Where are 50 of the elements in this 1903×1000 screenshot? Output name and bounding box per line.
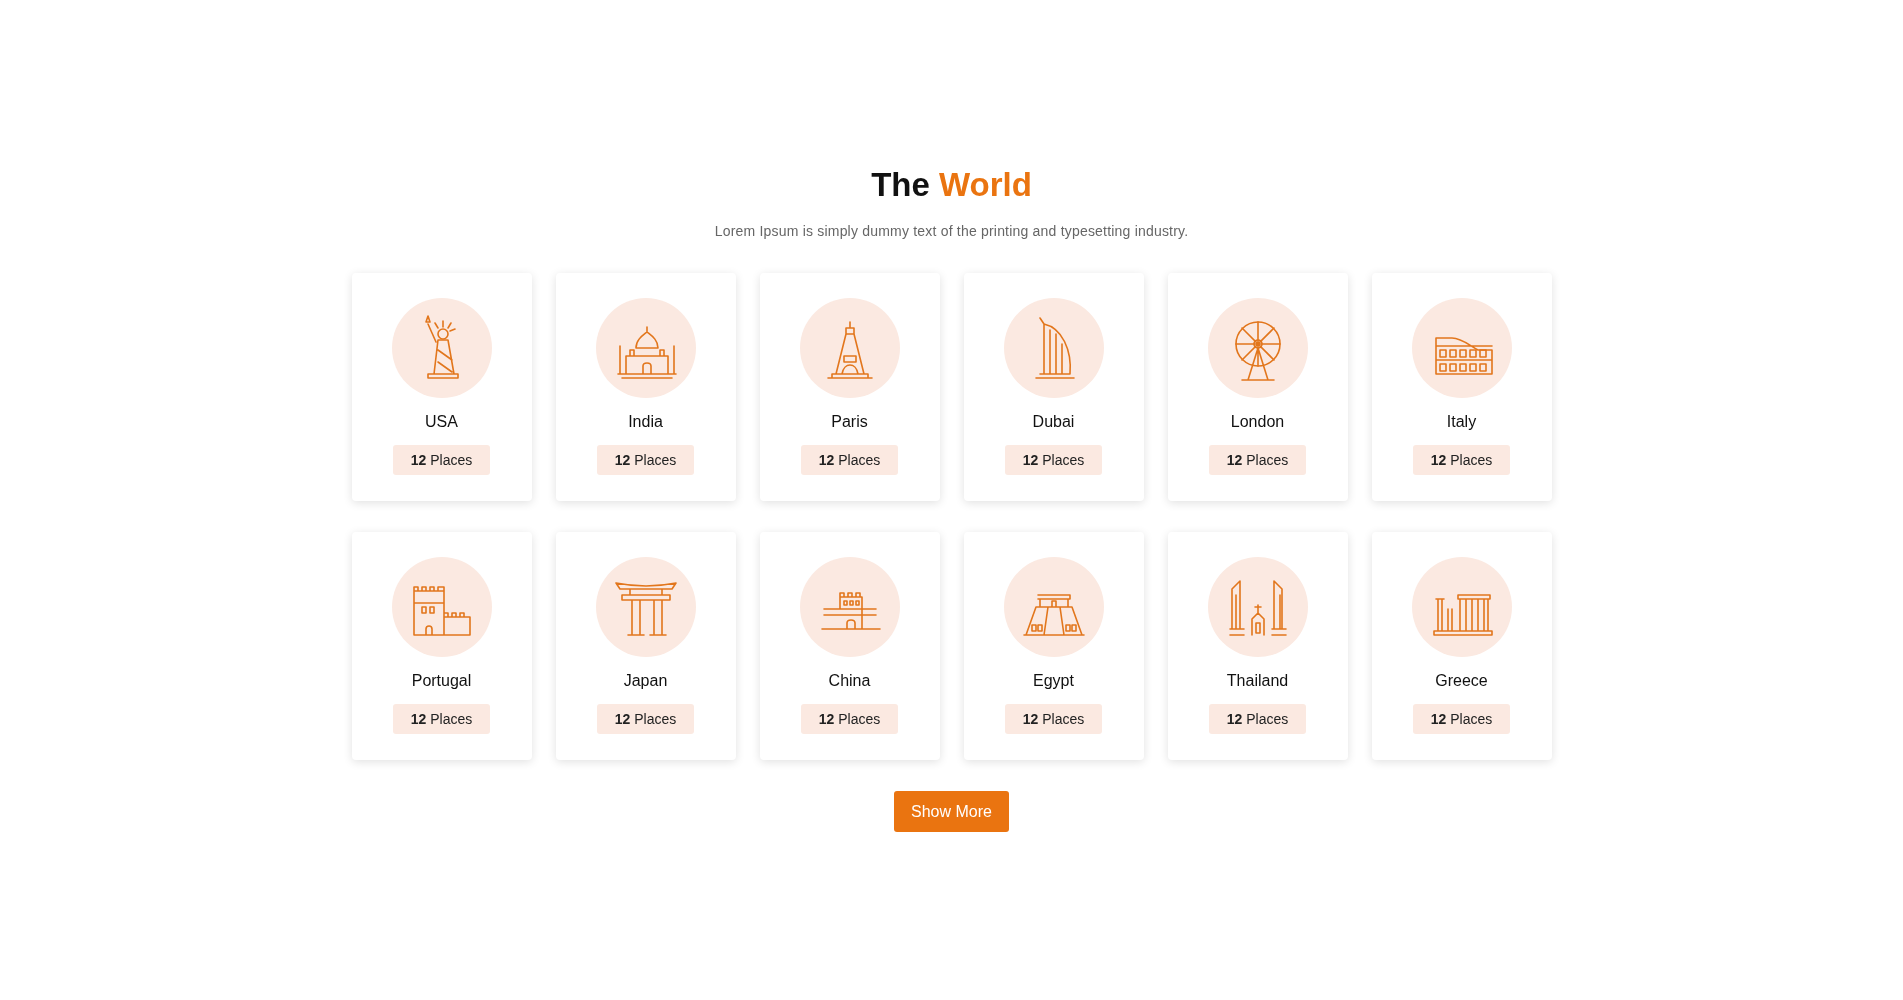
places-count: 12 Places [393,445,490,475]
ferris-wheel-icon [1207,298,1308,398]
destination-card[interactable]: Paris 12 Places [759,273,940,501]
section-subtitle: Lorem Ipsum is simply dummy text of the printing and typesetting industry. [714,223,1189,239]
destination-card[interactable]: India 12 Places [555,273,736,501]
destination-name: London [1230,412,1285,432]
gate-icon [595,557,696,657]
places-count: 12 Places [801,445,898,475]
colosseum-icon [1411,298,1512,398]
destination-name: Thailand [1226,671,1289,691]
places-count: 12 Places [801,704,898,734]
places-count: 12 Places [1209,704,1306,734]
statue-icon [391,298,492,398]
destination-card[interactable]: Greece 12 Places [1371,532,1552,760]
destination-name: Paris [831,412,868,432]
pyramid-icon [1003,557,1104,657]
destination-name: USA [425,412,458,432]
destination-card[interactable]: USA 12 Places [351,273,532,501]
destination-name: Greece [1435,671,1488,691]
destination-card[interactable]: Dubai 12 Places [963,273,1144,501]
places-count: 12 Places [1413,704,1510,734]
destination-name: Egypt [1033,671,1074,691]
monument-icon [1207,557,1308,657]
places-count: 12 Places [1209,445,1306,475]
places-count: 12 Places [1005,445,1102,475]
places-count: 12 Places [597,704,694,734]
destination-name: Dubai [1032,412,1075,432]
destination-card[interactable]: Portugal 12 Places [351,532,532,760]
temple-icon [1411,557,1512,657]
destination-card[interactable]: Japan 12 Places [555,532,736,760]
destination-name: Portugal [411,671,472,691]
places-count: 12 Places [597,445,694,475]
destination-card[interactable]: China 12 Places [759,532,940,760]
places-count: 12 Places [393,704,490,734]
section-title: The World [871,165,1032,205]
destination-card[interactable]: London 12 Places [1167,273,1348,501]
places-count: 12 Places [1005,704,1102,734]
wall-icon [799,557,900,657]
destination-name: Italy [1446,412,1477,432]
destination-card[interactable]: Egypt 12 Places [963,532,1144,760]
palace-icon [595,298,696,398]
castle-icon [391,557,492,657]
destination-name: China [828,671,871,691]
destination-card[interactable]: Italy 12 Places [1371,273,1552,501]
places-count: 12 Places [1413,445,1510,475]
destination-name: Japan [623,671,668,691]
sail-building-icon [1003,298,1104,398]
tower-icon [799,298,900,398]
destination-card[interactable]: Thailand 12 Places [1167,532,1348,760]
destination-name: India [628,412,663,432]
